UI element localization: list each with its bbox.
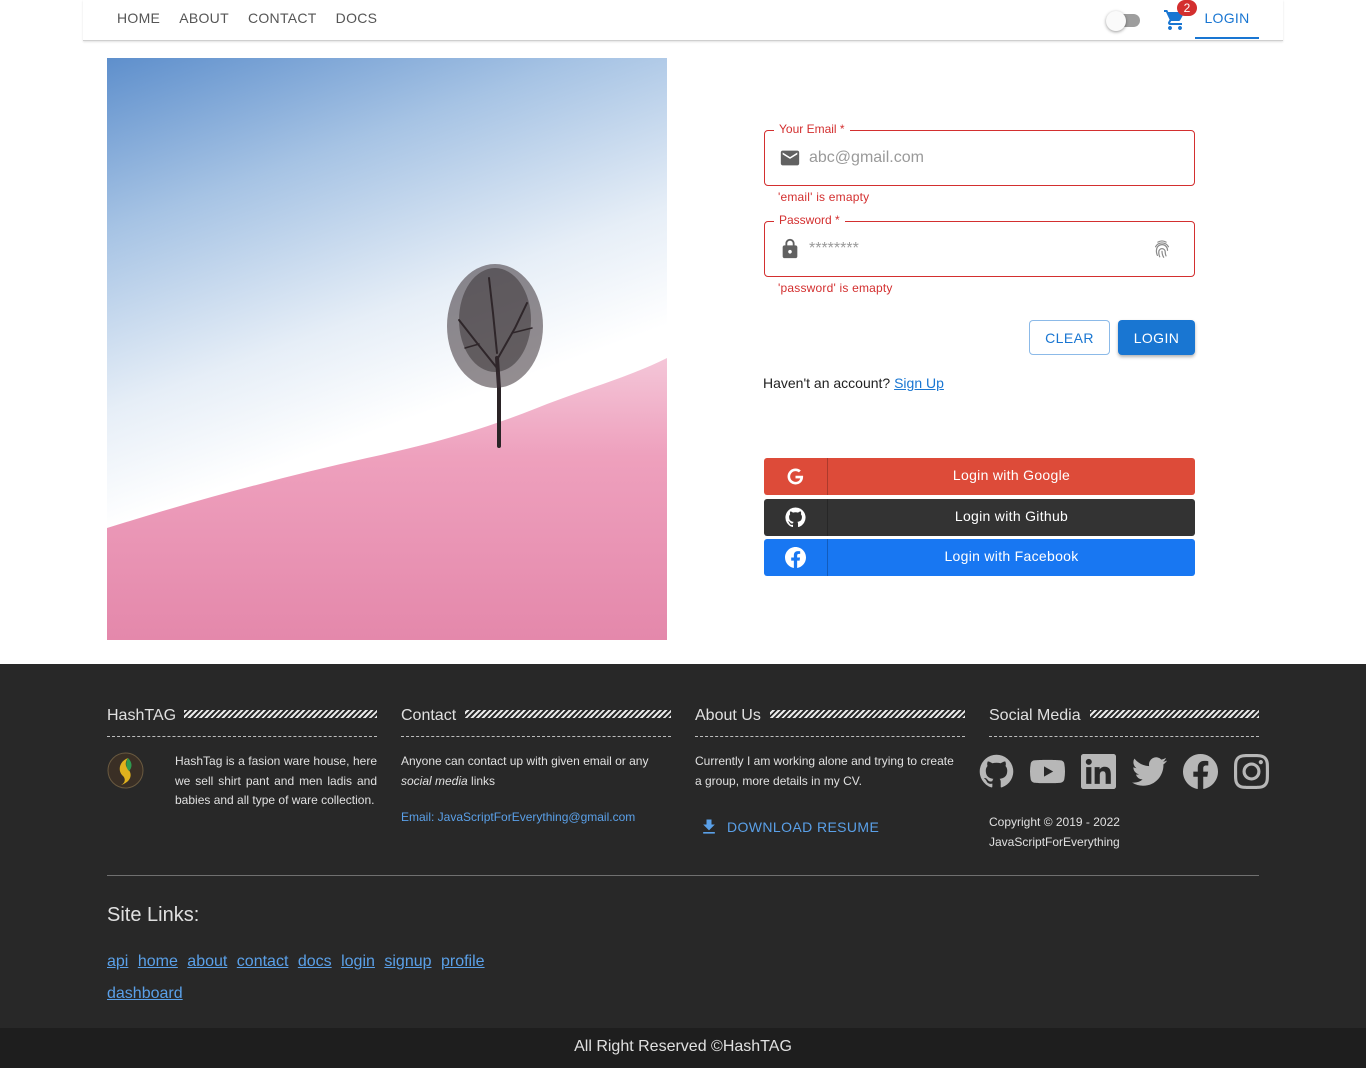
- lock-icon: [779, 238, 801, 260]
- nav-docs[interactable]: DOCS: [336, 10, 378, 26]
- site-link-home[interactable]: home: [138, 953, 178, 970]
- download-resume-label: DOWNLOAD RESUME: [727, 819, 880, 835]
- footer-contact-title: Contact: [401, 707, 457, 724]
- signup-prompt: Haven't an account? Sign Up: [763, 375, 944, 391]
- site-link-signup[interactable]: signup: [384, 953, 431, 970]
- theme-toggle[interactable]: [1106, 11, 1142, 31]
- password-error: 'password' is emapty: [778, 281, 893, 295]
- cart-count-badge: 2: [1177, 0, 1197, 16]
- password-field[interactable]: Password *: [764, 213, 1195, 277]
- hashtag-description: HashTag is a fasion ware house, here we …: [175, 754, 377, 807]
- password-label: Password *: [774, 213, 845, 227]
- download-icon: [703, 819, 715, 834]
- title-stripes: [465, 710, 671, 718]
- main-nav: HOME ABOUT CONTACT DOCS: [117, 10, 396, 26]
- email-error: 'email' is emapty: [778, 190, 870, 204]
- site-link-about[interactable]: about: [187, 953, 227, 970]
- login-button[interactable]: LOGIN: [1118, 320, 1195, 355]
- site-link-contact[interactable]: contact: [237, 953, 289, 970]
- password-input[interactable]: [809, 236, 1129, 262]
- login-with-google-button[interactable]: Login with Google: [764, 458, 1195, 495]
- instagram-icon[interactable]: [1234, 754, 1269, 789]
- landscape-illustration: [107, 264, 667, 640]
- dashed-divider: [695, 736, 965, 737]
- title-stripes: [770, 710, 965, 718]
- about-description: Currently I am working alone and trying …: [695, 754, 954, 788]
- nav-login-tab[interactable]: LOGIN: [1195, 0, 1259, 39]
- mail-icon: [779, 147, 801, 169]
- contact-text-emphasis: social media: [401, 773, 468, 788]
- hashtag-logo: [107, 752, 144, 789]
- app-header: HOME ABOUT CONTACT DOCS 2 LOGIN: [83, 0, 1283, 41]
- download-resume-button[interactable]: DOWNLOAD RESUME: [699, 817, 879, 837]
- email-field[interactable]: Your Email *: [764, 122, 1195, 186]
- nav-contact[interactable]: CONTACT: [248, 10, 317, 26]
- site-links-title: Site Links:: [107, 904, 200, 926]
- linkedin-icon[interactable]: [1081, 754, 1116, 789]
- nav-home[interactable]: HOME: [117, 10, 160, 26]
- copyright: Copyright © 2019 - 2022 JavaScriptForEve…: [989, 812, 1120, 852]
- footer-divider: [107, 875, 1259, 876]
- bottom-bar: All Right Reserved ©HashTAG: [0, 1028, 1366, 1068]
- github-icon[interactable]: [979, 754, 1014, 789]
- dashed-divider: [401, 736, 671, 737]
- facebook-icon[interactable]: [1183, 754, 1218, 789]
- site-footer: HashTAG HashTag is a fasion ware house, …: [0, 664, 1366, 1028]
- email-input[interactable]: [809, 145, 1129, 171]
- dashed-divider: [107, 736, 377, 737]
- footer-social-title: Social Media: [989, 707, 1081, 724]
- google-icon: [764, 458, 828, 495]
- site-link-dashboard[interactable]: dashboard: [107, 985, 183, 1002]
- twitter-icon[interactable]: [1132, 754, 1167, 789]
- email-label: Your Email *: [774, 122, 850, 136]
- site-link-profile[interactable]: profile: [441, 953, 485, 970]
- hero-image: [107, 58, 667, 640]
- contact-description: Anyone can contact up with given email o…: [401, 752, 671, 791]
- toggle-knob: [1106, 11, 1126, 31]
- dashed-divider: [989, 736, 1259, 737]
- title-stripes: [1090, 710, 1259, 718]
- clear-button[interactable]: CLEAR: [1029, 320, 1110, 355]
- signup-link[interactable]: Sign Up: [894, 375, 944, 391]
- social-media-icons: [979, 754, 1269, 789]
- nav-about[interactable]: ABOUT: [179, 10, 229, 26]
- fingerprint-icon[interactable]: [1151, 238, 1173, 260]
- github-icon: [764, 499, 828, 536]
- signup-prompt-text: Haven't an account?: [763, 375, 891, 391]
- title-stripes: [184, 710, 377, 718]
- login-with-github-button[interactable]: Login with Github: [764, 499, 1195, 536]
- site-link-api[interactable]: api: [107, 953, 128, 970]
- site-link-login[interactable]: login: [341, 953, 375, 970]
- contact-email[interactable]: Email: JavaScriptForEverything@gmail.com: [401, 810, 635, 824]
- copyright-years: Copyright © 2019 - 2022: [989, 815, 1120, 829]
- youtube-icon[interactable]: [1030, 754, 1065, 789]
- copyright-owner: JavaScriptForEverything: [989, 835, 1120, 849]
- github-login-label: Login with Github: [954, 508, 1069, 524]
- login-with-facebook-button[interactable]: Login with Facebook: [764, 539, 1195, 576]
- contact-text-end: links: [467, 773, 496, 788]
- footer-hashtag-title: HashTAG: [107, 707, 177, 724]
- footer-about-title: About Us: [695, 707, 761, 724]
- google-login-label: Login with Google: [952, 467, 1071, 483]
- facebook-login-label: Login with Facebook: [944, 548, 1079, 564]
- contact-text: Anyone can contact up with given email o…: [401, 754, 649, 768]
- facebook-icon: [764, 539, 828, 576]
- site-link-docs[interactable]: docs: [298, 953, 332, 970]
- site-links: api home about contact docs login signup…: [107, 946, 507, 1010]
